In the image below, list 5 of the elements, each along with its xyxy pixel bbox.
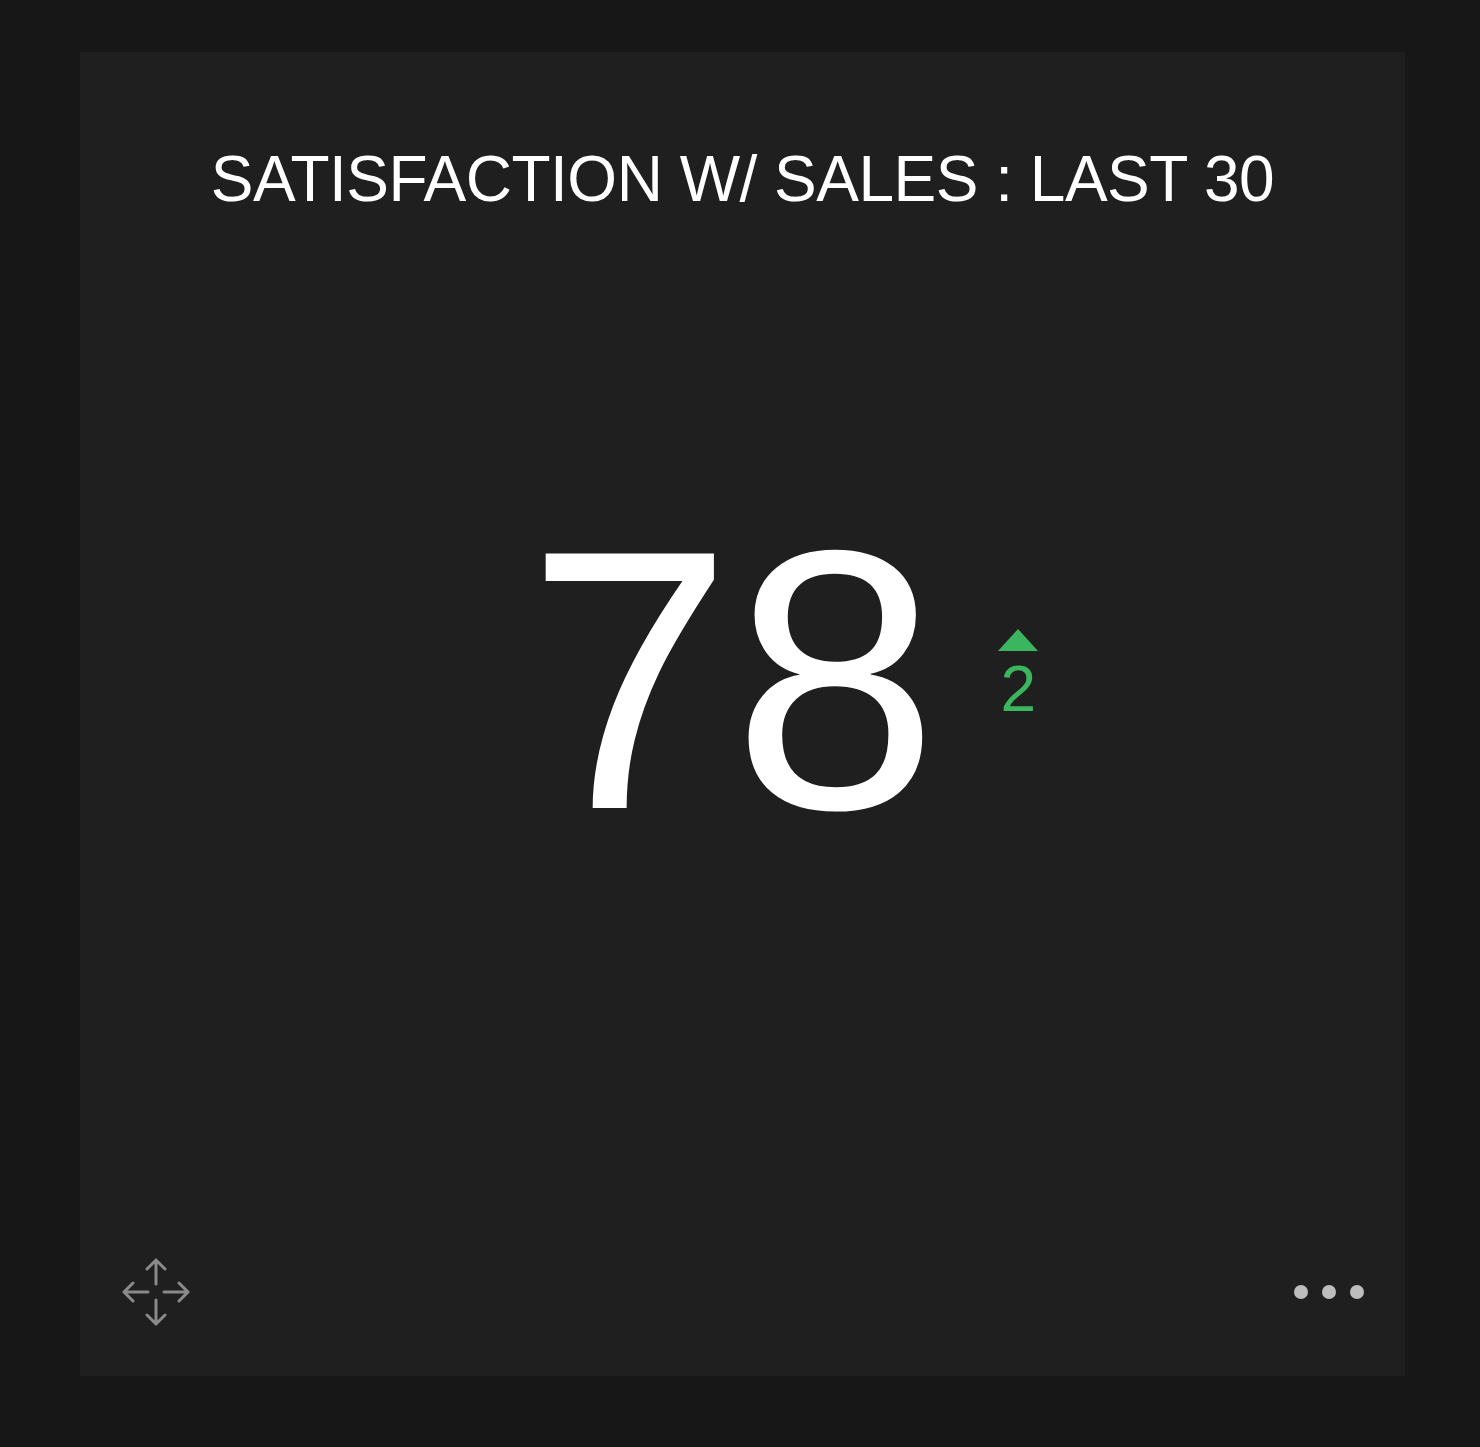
widget-title: SATISFACTION W/ SALES : LAST 30 <box>209 142 1276 214</box>
move-icon[interactable] <box>120 1256 192 1328</box>
change-value: 2 <box>1000 657 1037 721</box>
more-icon[interactable] <box>1293 1284 1365 1300</box>
metric-value: 78 <box>526 495 939 865</box>
